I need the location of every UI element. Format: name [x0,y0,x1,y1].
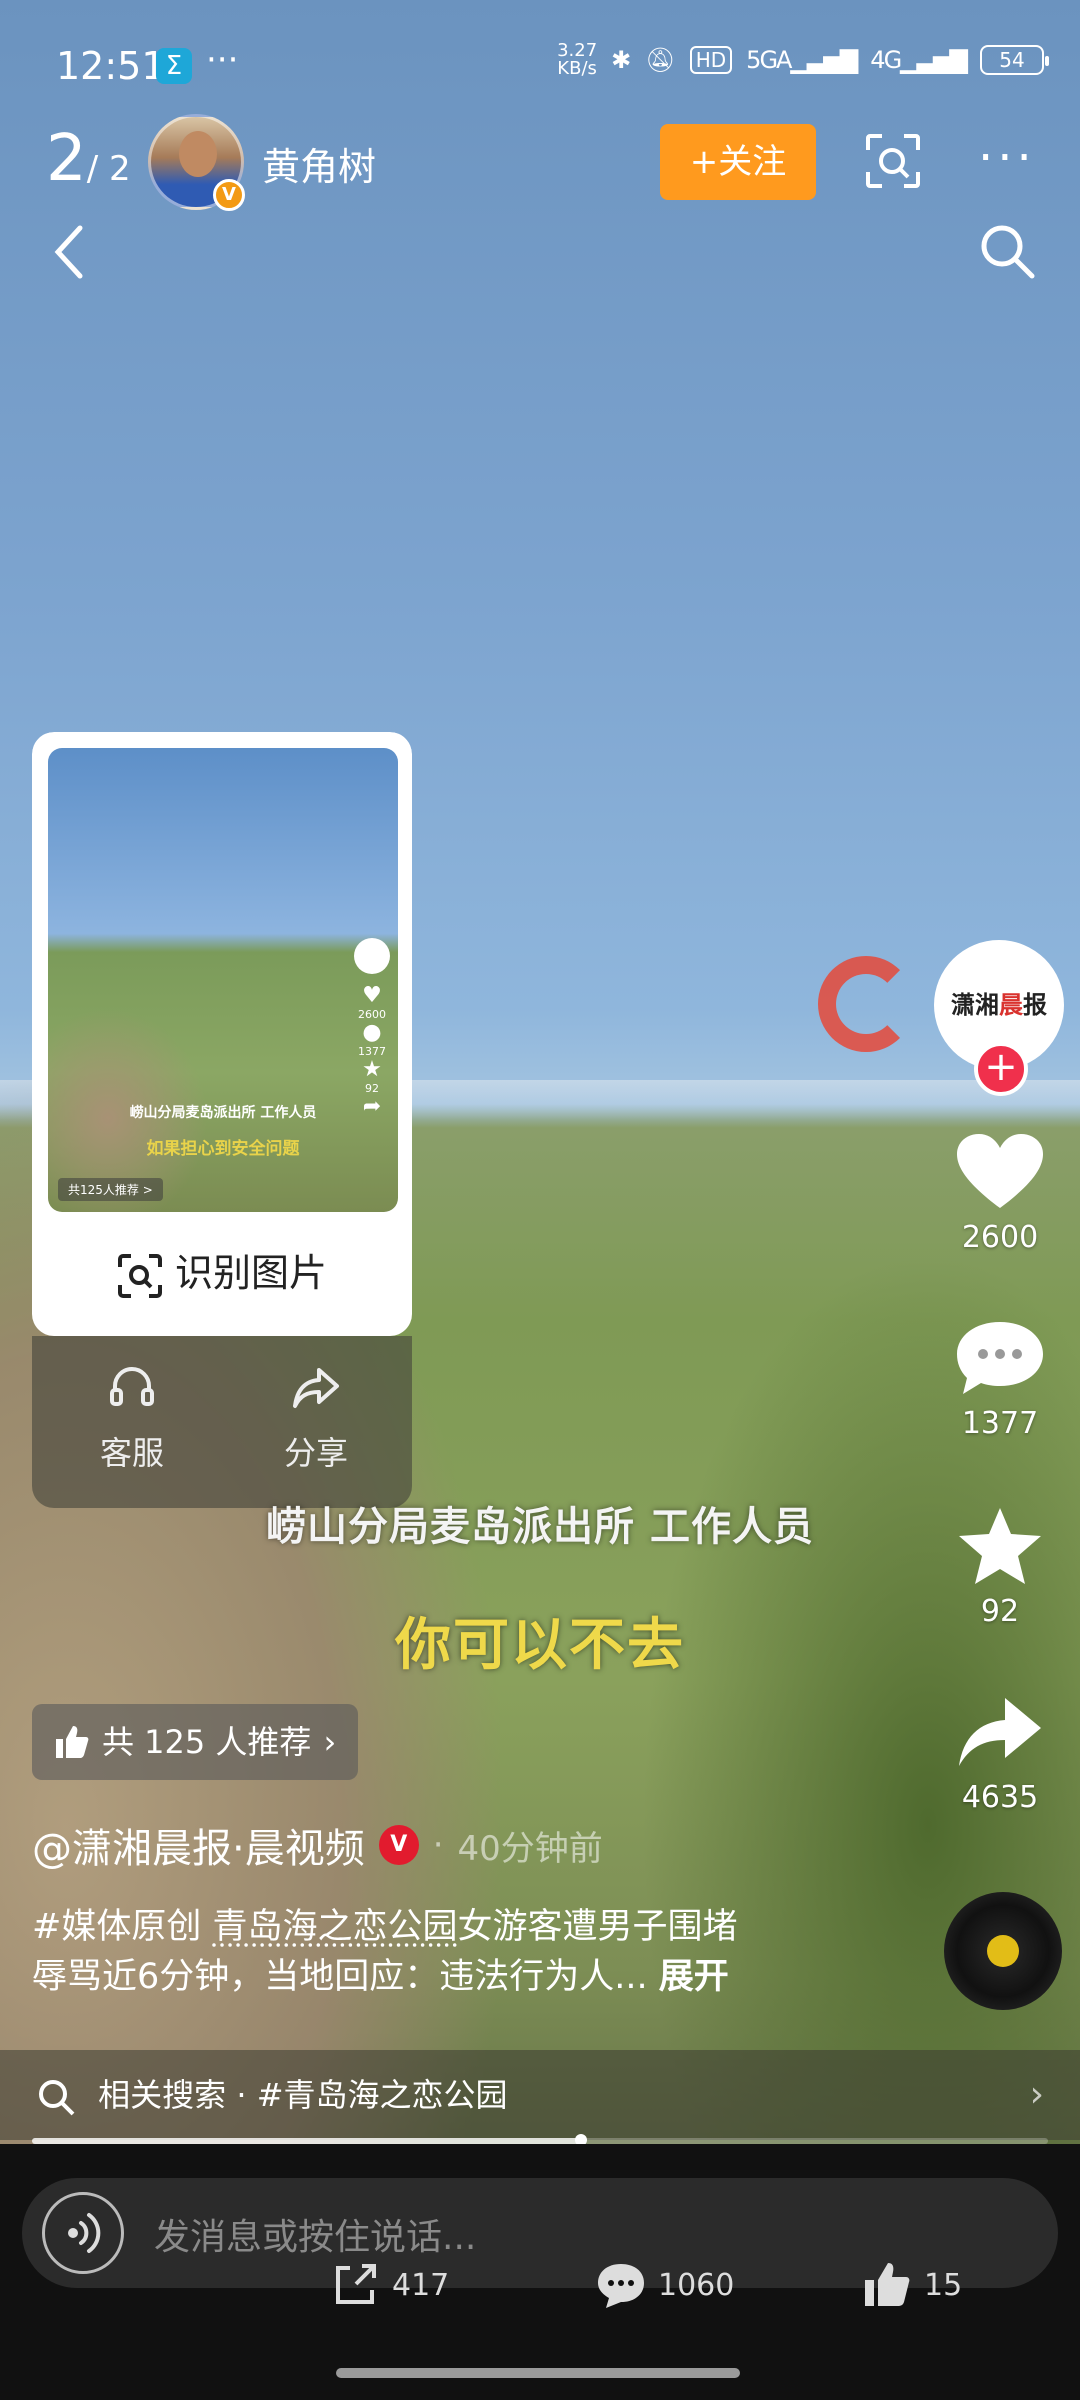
popup-top: ♥ 2600 ● 1377 ★ 92 ➦ 崂山分局麦岛派出所 工作人员 如果担心… [32,732,412,1336]
comment-icon [957,1322,1043,1394]
bluetooth-icon: ✱ [611,46,632,74]
popup-share-button[interactable]: 分享 [236,1362,396,1474]
follow-button[interactable]: +关注 [660,124,816,200]
top-bar: 2/ 2 V 黄角树 +关注 ··· [0,110,1080,220]
hd-badge: HD [689,46,733,74]
recognize-image-button[interactable]: 识别图片 [32,1242,412,1299]
bottom-share-button[interactable]: 417 [330,2260,449,2310]
thumb-comment-icon: ● [362,1020,382,1045]
recommend-pill[interactable]: 共 125 人推荐 › [32,1704,359,1780]
app-notification-icon: Σ [156,48,192,84]
image-scan-icon [117,1253,162,1298]
bottom-share-count: 417 [392,2267,450,2303]
related-search-label: 相关搜索 [98,2076,227,2114]
share-icon [959,1698,1041,1766]
page-indicator: 2/ 2 [46,122,131,196]
chevron-right-icon: › [323,1723,337,1761]
thumb-logo [354,938,390,974]
share-count: 4635 [961,1780,1039,1815]
favorite-button[interactable]: 92 [930,1506,1070,1629]
author-separator: · [432,1825,444,1865]
comment-count: 1377 [961,1406,1039,1441]
status-time: 12:51 [56,44,166,88]
share-arrow-icon [293,1368,339,1408]
status-overflow-icon: ··· [206,40,239,80]
video-subtitle-2: 你可以不去 [395,1613,685,1678]
recommend-text: 共 125 人推荐 [102,1723,312,1761]
search-icon[interactable] [978,222,1036,280]
like-button[interactable]: 2600 [930,1132,1070,1255]
bottom-bar: 发消息或按住说话... 417 1060 15 [0,2144,1080,2400]
status-icons: 3.27 KB/s ✱ 🔕︎ HD 5GA▁▃▅▇ 4G▁▃▅▇ 54 [557,40,1049,79]
post-author-name[interactable]: @潇湘晨报·晨视频 [32,1816,365,1874]
video-thumbnail: ♥ 2600 ● 1377 ★ 92 ➦ 崂山分局麦岛派出所 工作人员 如果担心… [48,748,398,1212]
customer-service-label: 客服 [99,1434,164,1472]
status-bar: 12:51 Σ ··· 3.27 KB/s ✱ 🔕︎ HD 5GA▁▃▅▇ 4G▁… [0,28,1080,98]
follow-plus-button[interactable]: + [974,1042,1028,1096]
thumb-recommend-pill: 共125人推荐 > [58,1178,163,1201]
bottom-comment-count: 1060 [658,2267,735,2303]
thumbs-up-icon [56,1726,89,1758]
popup-share-label: 分享 [283,1434,348,1472]
author-avatar[interactable]: V [148,114,245,211]
thumb-heart-icon: ♥ [362,983,382,1008]
desc-text-1: 女游客遭男子围堵 [457,1907,738,1947]
favorite-count: 92 [980,1594,1020,1629]
thumb-subtitle-2: 如果担心到安全问题 [146,1139,300,1159]
comment-button[interactable]: 1377 [930,1318,1070,1441]
video-subtitle-1: 崂山分局麦岛派出所 工作人员 [266,1504,814,1550]
signal-4g-icon: 4G▁▃▅▇ [870,46,968,74]
home-indicator[interactable] [336,2368,740,2378]
back-icon[interactable] [50,222,90,282]
thumb-star-icon: ★ [362,1057,382,1082]
like-count: 2600 [961,1220,1039,1255]
thumb-side-rail: ♥ 2600 ● 1377 ★ 92 ➦ [352,938,392,1119]
related-search-icon [39,2080,75,2116]
scan-icon[interactable] [864,132,922,190]
disc-center [987,1935,1019,1967]
author-name[interactable]: 黄角树 [262,136,376,191]
bottom-like-button[interactable]: 15 [862,2260,962,2310]
signal-5ga-icon: 5GA▁▃▅▇ [746,46,858,74]
verified-badge-icon: V [213,179,245,211]
avatar-face [179,131,217,177]
bottom-actions: 417 1060 15 [0,2244,1080,2324]
post-description: #媒体原创 青岛海之恋公园女游客遭男子围堵 辱骂近6分钟，当地回应：违法行为人.… [32,1902,832,2002]
bottom-like-count: 15 [924,2267,963,2303]
recognize-label: 识别图片 [174,1251,327,1295]
verified-v-icon: V [378,1825,419,1865]
post-author-line: @潇湘晨报·晨视频 V · 40分钟前 [32,1816,603,1874]
mute-bell-icon: 🔕︎ [645,46,676,74]
hashtag-link[interactable]: #媒体原创 [32,1907,201,1947]
related-chevron-icon: › [1029,2074,1044,2115]
customer-service-button[interactable]: 客服 [52,1362,212,1474]
channel-watermark-icon [818,956,914,1052]
expand-button[interactable]: 展开 [659,1957,729,1997]
battery-icon: 54 [980,45,1049,75]
image-actions-popup: ♥ 2600 ● 1377 ★ 92 ➦ 崂山分局麦岛派出所 工作人员 如果担心… [32,732,412,1508]
share-button[interactable]: 4635 [930,1692,1070,1815]
post-time: 40分钟前 [457,1828,603,1869]
thumbs-up-outline-icon [865,2263,910,2306]
more-icon[interactable]: ··· [978,130,1036,186]
heart-icon [957,1134,1043,1208]
comment-bubble-icon [598,2264,644,2308]
thumb-subtitle-1: 崂山分局麦岛派出所 工作人员 [129,1105,317,1121]
bottom-comment-button[interactable]: 1060 [596,2260,734,2310]
related-search-separator: · [236,2076,247,2114]
related-search-query: #青岛海之恋公园 [256,2076,508,2114]
related-search-bar[interactable]: 相关搜索 · #青岛海之恋公园 › [0,2050,1080,2140]
share-out-icon [336,2264,376,2304]
popup-actions: 客服 分享 [32,1336,412,1508]
place-link[interactable]: 青岛海之恋公园 [212,1907,457,1947]
headset-icon [110,1367,154,1406]
net-speed: 3.27 KB/s [557,40,598,79]
desc-text-2: 辱骂近6分钟，当地回应：违法行为人... [32,1957,648,1997]
music-disc-icon[interactable] [944,1892,1062,2010]
star-icon [959,1508,1041,1584]
